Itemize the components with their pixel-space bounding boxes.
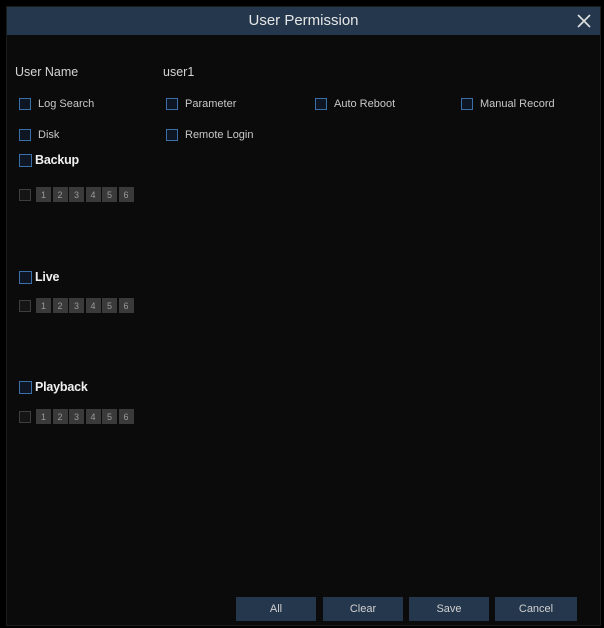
dialog-title: User Permission bbox=[248, 12, 359, 29]
user-permission-dialog: User Permission User Name user1 Log Sear… bbox=[6, 6, 601, 626]
permission-auto-reboot[interactable]: Auto Reboot bbox=[315, 98, 395, 110]
permission-parameter[interactable]: Parameter bbox=[166, 98, 236, 110]
backup-checkbox[interactable] bbox=[19, 153, 32, 167]
live-label: Live bbox=[35, 270, 60, 284]
permission-disk[interactable]: Disk bbox=[19, 129, 59, 141]
backup-all-channels-checkbox[interactable] bbox=[19, 188, 31, 201]
cancel-button[interactable]: Cancel bbox=[495, 597, 577, 621]
parameter-checkbox[interactable] bbox=[166, 98, 178, 110]
user-name-label: User Name bbox=[15, 65, 79, 79]
permission-manual-record[interactable]: Manual Record bbox=[461, 98, 555, 110]
permission-remote-login[interactable]: Remote Login bbox=[166, 129, 254, 141]
auto-reboot-checkbox[interactable] bbox=[315, 98, 327, 110]
live-channel-row: 1 2 3 4 5 6 bbox=[19, 298, 135, 313]
close-button[interactable] bbox=[572, 8, 596, 34]
backup-channel-5[interactable]: 5 bbox=[102, 187, 117, 202]
parameter-label: Parameter bbox=[185, 98, 237, 110]
live-channel-2[interactable]: 2 bbox=[52, 298, 68, 313]
playback-channel-6[interactable]: 6 bbox=[118, 409, 134, 424]
user-name-value: user1 bbox=[163, 65, 195, 79]
clear-button[interactable]: Clear bbox=[323, 597, 403, 621]
backup-channel-6[interactable]: 6 bbox=[118, 187, 134, 202]
remote-login-label: Remote Login bbox=[185, 129, 254, 141]
section-backup[interactable]: Backup bbox=[19, 153, 79, 167]
backup-channel-2[interactable]: 2 bbox=[52, 187, 68, 202]
log-search-checkbox[interactable] bbox=[19, 98, 31, 110]
permission-log-search[interactable]: Log Search bbox=[19, 98, 94, 110]
live-channel-4[interactable]: 4 bbox=[85, 298, 101, 313]
playback-checkbox[interactable] bbox=[19, 380, 32, 394]
dialog-titlebar: User Permission bbox=[7, 7, 600, 35]
all-button[interactable]: All bbox=[236, 597, 316, 621]
live-channel-6[interactable]: 6 bbox=[118, 298, 134, 313]
backup-label: Backup bbox=[35, 153, 79, 167]
playback-channel-5[interactable]: 5 bbox=[102, 409, 117, 424]
auto-reboot-label: Auto Reboot bbox=[334, 98, 396, 110]
disk-checkbox[interactable] bbox=[19, 129, 31, 141]
backup-channel-row: 1 2 3 4 5 6 bbox=[19, 187, 135, 202]
remote-login-checkbox[interactable] bbox=[166, 129, 178, 141]
playback-channel-4[interactable]: 4 bbox=[85, 409, 101, 424]
playback-channel-3[interactable]: 3 bbox=[69, 409, 84, 424]
playback-channel-2[interactable]: 2 bbox=[52, 409, 68, 424]
live-channel-3[interactable]: 3 bbox=[69, 298, 84, 313]
disk-label: Disk bbox=[38, 129, 60, 141]
live-channel-5[interactable]: 5 bbox=[102, 298, 117, 313]
backup-channel-3[interactable]: 3 bbox=[69, 187, 84, 202]
backup-channel-4[interactable]: 4 bbox=[85, 187, 101, 202]
close-icon bbox=[577, 14, 591, 28]
log-search-label: Log Search bbox=[38, 98, 95, 110]
playback-channel-1[interactable]: 1 bbox=[36, 409, 51, 424]
playback-channel-row: 1 2 3 4 5 6 bbox=[19, 409, 135, 424]
playback-label: Playback bbox=[35, 380, 88, 394]
live-checkbox[interactable] bbox=[19, 270, 32, 284]
playback-all-channels-checkbox[interactable] bbox=[19, 410, 31, 423]
manual-record-checkbox[interactable] bbox=[461, 98, 473, 110]
backup-channel-1[interactable]: 1 bbox=[36, 187, 51, 202]
save-button[interactable]: Save bbox=[409, 597, 489, 621]
section-live[interactable]: Live bbox=[19, 270, 59, 284]
live-channel-1[interactable]: 1 bbox=[36, 298, 51, 313]
live-all-channels-checkbox[interactable] bbox=[19, 299, 31, 312]
manual-record-label: Manual Record bbox=[480, 98, 555, 110]
section-playback[interactable]: Playback bbox=[19, 380, 88, 394]
